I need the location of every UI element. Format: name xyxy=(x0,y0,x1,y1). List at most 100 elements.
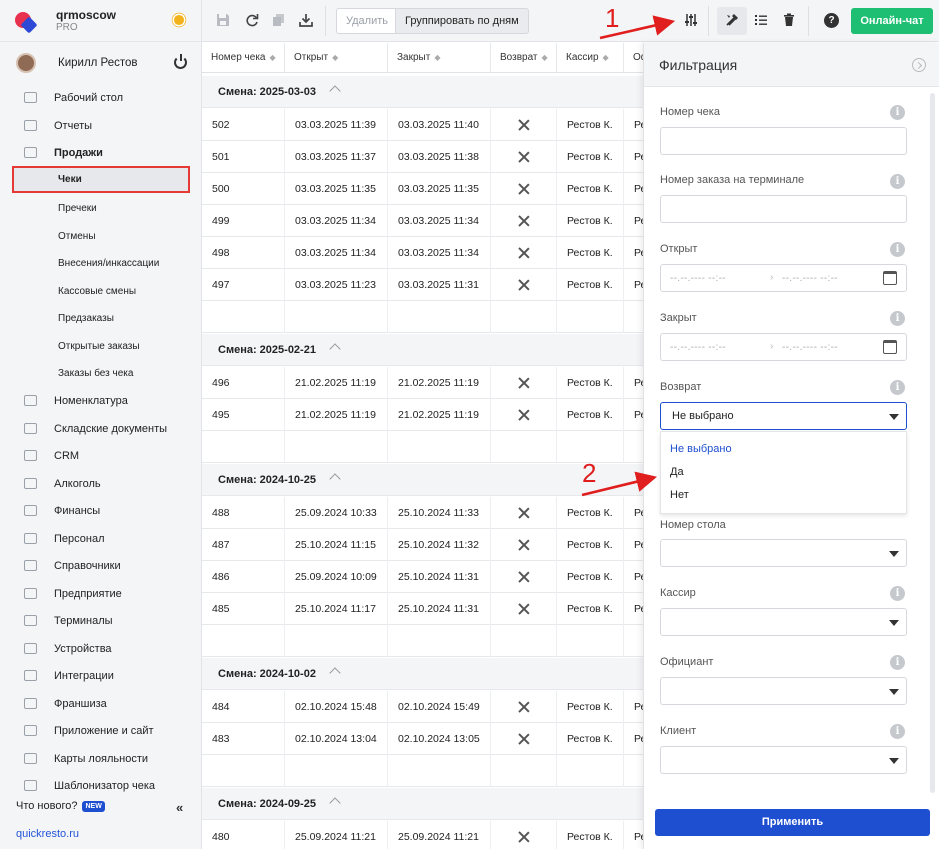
theme-sun-icon[interactable] xyxy=(173,14,185,26)
cashier-select[interactable] xyxy=(660,608,907,636)
table-row[interactable]: 498 03.03.2025 11:34 03.03.2025 11:34 Ресто… xyxy=(202,237,643,269)
calendar-icon[interactable] xyxy=(883,340,897,354)
sidebar-item-terminals[interactable]: Терминалы xyxy=(0,607,202,634)
sidebar-item-receipt-templates[interactable]: Шаблонизатор чека xyxy=(0,772,202,799)
refund-option-not-selected[interactable]: Не выбрано xyxy=(670,443,732,455)
info-icon[interactable]: i xyxy=(890,655,905,670)
refresh-icon[interactable] xyxy=(245,13,259,27)
sidebar-item-devices[interactable]: Устройства xyxy=(0,635,202,662)
column-header-closed[interactable]: Закрыт ◆ xyxy=(388,43,491,73)
closed-to[interactable]: --.--.---- --:-- xyxy=(782,342,838,353)
sidebar-item-crm[interactable]: CRM xyxy=(0,442,202,469)
waiter-select[interactable] xyxy=(660,677,907,705)
refund-option-no[interactable]: Нет xyxy=(670,489,689,501)
shift-group-header[interactable]: Смена: 2025-03-03 xyxy=(202,76,643,108)
collapse-chevron-up-icon[interactable] xyxy=(329,343,341,355)
brand-header[interactable]: qrmoscow PRO xyxy=(0,0,201,42)
sidebar-item-reports[interactable]: Отчеты xyxy=(0,112,202,139)
list-icon[interactable] xyxy=(754,13,768,27)
sidebar-item-preorders[interactable]: Предзаказы xyxy=(0,305,202,332)
sidebar-item-franchise[interactable]: Франшиза xyxy=(0,690,202,717)
collapse-chevron-up-icon[interactable] xyxy=(329,473,341,485)
user-block[interactable]: Кирилл Рестов xyxy=(0,42,201,84)
refund-option-yes[interactable]: Да xyxy=(670,466,684,478)
info-icon[interactable]: i xyxy=(890,380,905,395)
shift-group-header[interactable]: Смена: 2024-10-25 xyxy=(202,464,643,496)
opened-from[interactable]: --.--.---- --:-- xyxy=(670,273,726,284)
table-row[interactable]: 495 21.02.2025 11:19 21.02.2025 11:19 Ресто… xyxy=(202,399,643,431)
table-row[interactable]: 500 03.03.2025 11:35 03.03.2025 11:35 Ресто… xyxy=(202,173,643,205)
save-disk-icon[interactable] xyxy=(216,13,230,27)
sidebar-item-cash-shifts[interactable]: Кассовые смены xyxy=(0,278,202,305)
column-header-refund[interactable]: Возврат ◆ xyxy=(491,43,557,73)
panel-scrollbar[interactable] xyxy=(930,93,935,793)
table-row[interactable]: 502 03.03.2025 11:39 03.03.2025 11:40 Ресто… xyxy=(202,109,643,141)
collapse-chevron-up-icon[interactable] xyxy=(329,797,341,809)
shift-group-header[interactable]: Смена: 2024-09-25 xyxy=(202,788,643,820)
table-row[interactable]: 480 25.09.2024 11:21 25.09.2024 11:21 Ресто… xyxy=(202,821,643,849)
table-row[interactable]: 501 03.03.2025 11:37 03.03.2025 11:38 Ресто… xyxy=(202,141,643,173)
sidebar-item-warehouse-docs[interactable]: Складские документы xyxy=(0,415,202,442)
download-icon[interactable] xyxy=(299,13,313,27)
sidebar-item-references[interactable]: Справочники xyxy=(0,552,202,579)
column-header-opened[interactable]: Открыт ◆ xyxy=(285,43,388,73)
delete-button[interactable]: Удалить xyxy=(336,8,397,34)
column-header-receipt-no[interactable]: Номер чека ◆ xyxy=(202,43,285,73)
online-chat-button[interactable]: Онлайн-чат xyxy=(851,8,933,34)
info-icon[interactable]: i xyxy=(890,311,905,326)
shift-group-header[interactable]: Смена: 2024-10-02 xyxy=(202,658,643,690)
sidebar-item-enterprise[interactable]: Предприятие xyxy=(0,580,202,607)
table-row[interactable]: 496 21.02.2025 11:19 21.02.2025 11:19 Ресто… xyxy=(202,367,643,399)
sidebar-item-nomenclature[interactable]: Номенклатура xyxy=(0,387,202,414)
sidebar-item-app-and-site[interactable]: Приложение и сайт xyxy=(0,717,202,744)
filter-sliders-icon[interactable] xyxy=(684,13,698,27)
collapse-chevron-up-icon[interactable] xyxy=(329,85,341,97)
collapse-sidebar-chevrons-icon[interactable]: « xyxy=(176,800,183,815)
sidebar-item-integrations[interactable]: Интеграции xyxy=(0,662,202,689)
info-icon[interactable]: i xyxy=(890,174,905,189)
sidebar-item-dashboard[interactable]: Рабочий стол xyxy=(0,84,202,111)
sidebar-item-receipts[interactable]: Чеки xyxy=(12,166,190,193)
closed-date-range[interactable]: --.--.---- --:-- › --.--.---- --:-- xyxy=(660,333,907,361)
column-header-waiter[interactable]: Оф xyxy=(624,43,643,73)
table-row[interactable]: 499 03.03.2025 11:34 03.03.2025 11:34 Ресто… xyxy=(202,205,643,237)
trash-icon[interactable] xyxy=(782,13,796,27)
apply-button[interactable]: Применить xyxy=(655,809,930,836)
terminal-order-input[interactable] xyxy=(660,195,907,223)
sidebar-item-finance[interactable]: Финансы xyxy=(0,497,202,524)
table-row[interactable]: 488 25.09.2024 10:33 25.10.2024 11:33 Ресто… xyxy=(202,497,643,529)
table-row[interactable]: 497 03.03.2025 11:23 03.03.2025 11:31 Ресто… xyxy=(202,269,643,301)
logout-power-icon[interactable] xyxy=(174,54,187,69)
sidebar-item-open-orders[interactable]: Открытые заказы xyxy=(0,333,202,360)
table-no-select[interactable] xyxy=(660,539,907,567)
table-row[interactable]: 483 02.10.2024 13:04 02.10.2024 13:05 Ресто… xyxy=(202,723,643,755)
sidebar-item-prechecks[interactable]: Пречеки xyxy=(0,195,202,222)
sidebar-item-alcohol[interactable]: Алкоголь xyxy=(0,470,202,497)
group-by-days-button[interactable]: Группировать по дням xyxy=(395,8,529,34)
sidebar-item-staff[interactable]: Персонал xyxy=(0,525,202,552)
sidebar-item-sales[interactable]: Продажи xyxy=(0,139,202,166)
opened-to[interactable]: --.--.---- --:-- xyxy=(782,273,838,284)
info-icon[interactable]: i xyxy=(890,105,905,120)
table-row[interactable]: 485 25.10.2024 11:17 25.10.2024 11:31 Ресто… xyxy=(202,593,643,625)
receipt-no-input[interactable] xyxy=(660,127,907,155)
table-row[interactable]: 487 25.10.2024 11:15 25.10.2024 11:32 Ресто… xyxy=(202,529,643,561)
column-header-cashier[interactable]: Кассир ◆ xyxy=(557,43,624,73)
refund-select[interactable]: Не выбрано xyxy=(660,402,907,430)
sidebar-item-cash-deposits[interactable]: Внесения/инкассации xyxy=(0,250,202,277)
shift-group-header[interactable]: Смена: 2025-02-21 xyxy=(202,334,643,366)
help-question-icon[interactable]: ? xyxy=(824,13,839,28)
table-row[interactable]: 484 02.10.2024 15:48 02.10.2024 15:49 Ресто… xyxy=(202,691,643,723)
site-link[interactable]: quickresto.ru xyxy=(16,828,79,840)
client-select[interactable] xyxy=(660,746,907,774)
copy-icon[interactable] xyxy=(272,13,286,27)
sidebar-item-orders-without-receipt[interactable]: Заказы без чека xyxy=(0,360,202,387)
closed-from[interactable]: --.--.---- --:-- xyxy=(670,342,726,353)
sidebar-item-loyalty-cards[interactable]: Карты лояльности xyxy=(0,745,202,772)
close-panel-chevron-icon[interactable] xyxy=(912,58,926,72)
info-icon[interactable]: i xyxy=(890,586,905,601)
sidebar-item-cancellations[interactable]: Отмены xyxy=(0,223,202,250)
table-row[interactable]: 486 25.09.2024 10:09 25.10.2024 11:31 Ресто… xyxy=(202,561,643,593)
info-icon[interactable]: i xyxy=(890,724,905,739)
collapse-chevron-up-icon[interactable] xyxy=(329,667,341,679)
